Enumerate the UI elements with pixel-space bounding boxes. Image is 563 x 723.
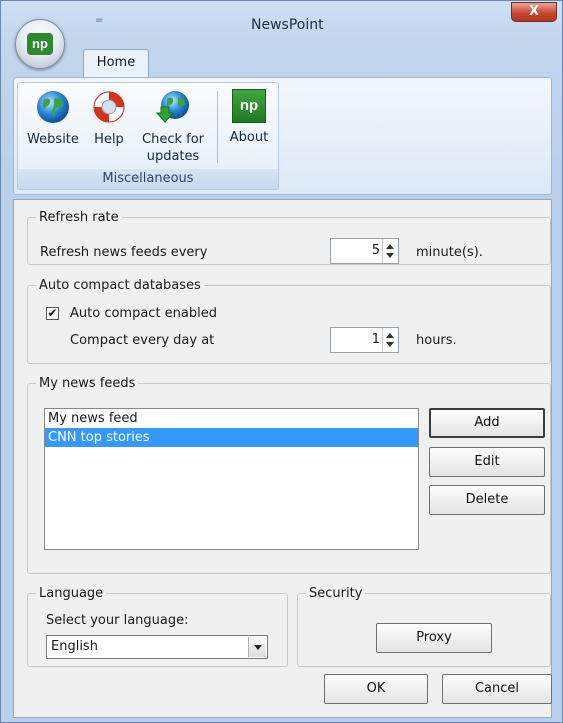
language-label: Select your language: [46, 613, 189, 628]
refresh-rate-legend: Refresh rate [39, 210, 119, 225]
security-legend: Security [309, 586, 363, 601]
settings-panel: Refresh rate Refresh news feeds every 5 … [13, 199, 552, 718]
about-button[interactable]: np About [224, 89, 274, 146]
website-button[interactable]: Website [24, 89, 82, 148]
check-for-updates-button[interactable]: Check for updates [134, 89, 212, 165]
group-label: Miscellaneous [18, 169, 278, 189]
security-group: Security Proxy [297, 586, 551, 667]
newspoint-window: np = NewsPoint X Home Website Help Check… [0, 0, 563, 723]
proxy-button[interactable]: Proxy [376, 623, 492, 653]
spinner-arrows[interactable] [382, 239, 398, 263]
about-icon-text: np [239, 97, 259, 114]
language-group: Language Select your language: English [27, 586, 288, 667]
quick-access-dropdown-icon[interactable]: = [95, 15, 103, 26]
delete-feed-button[interactable]: Delete [429, 485, 545, 515]
refresh-rate-group: Refresh rate Refresh news feeds every 5 … [27, 210, 551, 265]
cancel-button[interactable]: Cancel [442, 674, 552, 704]
help-label: Help [94, 132, 124, 147]
dropdown-button[interactable] [248, 637, 266, 657]
about-np-icon: np [232, 89, 266, 123]
news-feeds-list[interactable]: My news feed CNN top stories [44, 408, 419, 550]
about-label: About [229, 130, 269, 145]
globe-download-icon [155, 91, 189, 123]
auto-compact-label: Auto compact enabled [70, 306, 217, 321]
help-button[interactable]: Help [88, 89, 130, 148]
app-menu-button[interactable]: np [15, 19, 65, 69]
chevron-down-icon [254, 645, 262, 650]
list-item[interactable]: CNN top stories [45, 428, 418, 447]
language-legend: Language [39, 586, 104, 601]
ribbon-separator [217, 91, 218, 163]
language-select[interactable]: English [46, 635, 268, 659]
check-label-line2: updates [146, 149, 200, 164]
app-logo-icon: np [27, 33, 53, 55]
globe-icon [37, 91, 69, 123]
refresh-minutes-spinner[interactable]: 5 [330, 238, 399, 264]
website-label: Website [27, 132, 79, 147]
spin-down-icon[interactable] [386, 253, 394, 258]
refresh-minutes-value: 5 [371, 243, 380, 258]
compact-unit: hours. [416, 333, 457, 348]
spin-down-icon[interactable] [386, 342, 394, 347]
news-feeds-legend: My news feeds [39, 376, 136, 391]
news-feeds-group: My news feeds My news feed CNN top stori… [27, 376, 551, 574]
compact-time-label: Compact every day at [70, 333, 215, 348]
refresh-label: Refresh news feeds every [40, 245, 208, 260]
check-label-line1: Check for [142, 132, 204, 147]
spin-up-icon[interactable] [386, 333, 394, 338]
ribbon: Website Help Check for updates np About … [13, 77, 552, 195]
add-feed-button[interactable]: Add [429, 408, 545, 438]
auto-compact-group: Auto compact databases ✔ Auto compact en… [27, 278, 551, 364]
spinner-arrows[interactable] [382, 328, 398, 352]
spin-up-icon[interactable] [386, 244, 394, 249]
language-selected-value: English [51, 639, 98, 654]
auto-compact-checkbox[interactable]: ✔ [46, 307, 59, 320]
ok-button[interactable]: OK [324, 674, 428, 704]
compact-hours-spinner[interactable]: 1 [330, 327, 399, 353]
list-item[interactable]: My news feed [45, 409, 418, 428]
tab-home[interactable]: Home [83, 49, 149, 77]
refresh-unit: minute(s). [416, 245, 483, 260]
edit-feed-button[interactable]: Edit [429, 447, 545, 477]
window-title: NewsPoint [251, 17, 324, 33]
close-button[interactable]: X [511, 2, 557, 22]
compact-hours-value: 1 [371, 332, 380, 347]
auto-compact-legend: Auto compact databases [39, 278, 201, 293]
ribbon-group-miscellaneous: Website Help Check for updates np About … [17, 82, 279, 190]
lifebuoy-icon [93, 91, 125, 123]
title-bar: np = NewsPoint X [1, 1, 562, 69]
